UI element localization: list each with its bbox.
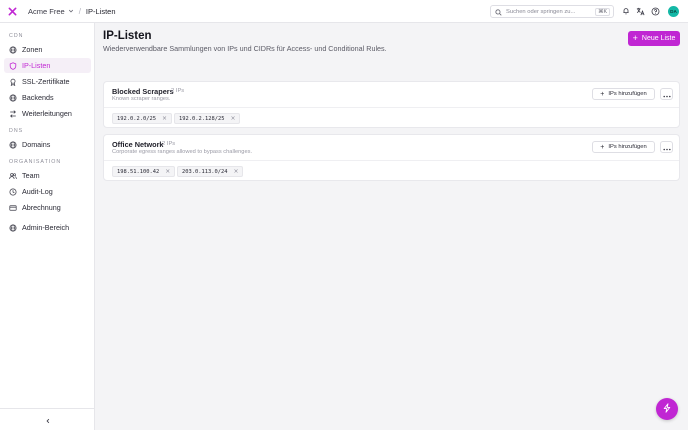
ip-entry-chip: 203.0.113.0/24 × <box>177 166 244 177</box>
more-icon <box>662 138 671 156</box>
sidebar-item-domains[interactable]: Domains <box>4 137 91 152</box>
chevron-down-icon <box>68 8 74 14</box>
ip-list-description: Corporate egress ranges allowed to bypas… <box>112 149 253 155</box>
more-icon <box>662 85 671 103</box>
add-ips-button[interactable]: + IPs hinzufügen <box>592 141 655 153</box>
top-bar: Acme Free / IP-Listen Suchen oder spring… <box>0 0 688 23</box>
globe-icon <box>8 140 17 149</box>
ip-list-header: Blocked Scrapers 2 IPs Known scraper ran… <box>104 82 679 108</box>
clock-icon <box>8 187 17 196</box>
assistant-button[interactable] <box>656 398 678 420</box>
bell-icon[interactable] <box>621 6 631 16</box>
sidebar-item-audit-log[interactable]: Audit-Log <box>4 184 91 199</box>
page-subtitle: Wiederverwendbare Sammlungen von IPs und… <box>103 44 387 53</box>
remove-icon[interactable]: × <box>165 168 170 175</box>
sidebar-section-organisation: ORGANISATION <box>9 159 62 165</box>
sidebar-item-label: Zonen <box>22 45 43 54</box>
plus-icon: + <box>600 143 605 151</box>
chevron-left-icon <box>45 411 51 429</box>
ip-list-card: Office Network 2 IPs Corporate egress ra… <box>103 134 680 181</box>
translate-icon[interactable] <box>635 6 645 16</box>
ip-list-count: 2 IPs <box>162 141 176 147</box>
globe-icon <box>8 45 17 54</box>
sidebar-item-label: IP-Listen <box>22 61 51 70</box>
new-list-label: Neue Liste <box>641 35 676 42</box>
new-list-button[interactable]: + Neue Liste <box>628 31 680 46</box>
more-actions-button[interactable] <box>660 141 673 153</box>
sidebar-item-admin-bereich[interactable]: Admin-Bereich <box>4 220 91 235</box>
add-ips-button[interactable]: + IPs hinzufügen <box>592 88 655 100</box>
certificate-icon <box>8 77 17 86</box>
page-title: IP-Listen <box>103 30 152 42</box>
ip-entry-value: 192.0.2.0/25 <box>117 115 156 122</box>
plus-icon: + <box>600 90 605 98</box>
ip-entry-chip: 192.0.2.128/25 × <box>174 113 241 124</box>
search-icon <box>495 3 502 21</box>
sidebar-item-zonen[interactable]: Zonen <box>4 42 91 57</box>
sidebar-item-weiterleitungen[interactable]: Weiterleitungen <box>4 106 91 121</box>
avatar-initials: DA <box>670 9 677 14</box>
add-ips-label: IPs hinzufügen <box>608 144 647 150</box>
avatar[interactable]: DA <box>668 6 679 17</box>
sidebar-item-label: Weiterleitungen <box>22 109 72 118</box>
org-name: Acme Free <box>28 6 65 16</box>
sidebar-item-team[interactable]: Team <box>4 168 91 183</box>
sidebar-collapse-button[interactable] <box>0 408 95 430</box>
sidebar-item-label: Audit-Log <box>22 187 53 196</box>
card-icon <box>8 203 17 212</box>
breadcrumb-separator: / <box>78 6 81 16</box>
sidebar-item-label: Team <box>22 171 40 180</box>
sidebar-item-label: Domains <box>22 140 51 149</box>
sidebar-item-backends[interactable]: Backends <box>4 90 91 105</box>
ip-list-description: Known scraper ranges. <box>112 96 171 102</box>
breadcrumb-current: IP-Listen <box>85 6 116 16</box>
globe-icon <box>8 93 17 102</box>
add-ips-label: IPs hinzufügen <box>608 91 647 97</box>
sidebar-item-label: SSL-Zertifikate <box>22 77 70 86</box>
sidebar-item-label: Abrechnung <box>22 203 61 212</box>
sidebar-item-ip-listen[interactable]: IP-Listen <box>4 58 91 73</box>
ip-list-header: Office Network 2 IPs Corporate egress ra… <box>104 135 679 161</box>
shield-icon <box>8 61 17 70</box>
search-input[interactable]: Suchen oder springen zu... ⌘K <box>490 5 614 18</box>
lightning-icon <box>662 400 672 418</box>
ip-entry-value: 198.51.100.42 <box>117 168 160 175</box>
ip-list-card: Blocked Scrapers 2 IPs Known scraper ran… <box>103 81 680 128</box>
sidebar-section-cdn: CDN <box>9 33 24 39</box>
help-icon[interactable] <box>650 6 660 16</box>
plus-icon: + <box>632 33 638 43</box>
sidebar: CDN Zonen IP-Listen SSL-Zertifikate Back… <box>0 23 95 430</box>
sidebar-item-label: Admin-Bereich <box>22 223 70 232</box>
ip-entry-value: 192.0.2.128/25 <box>179 115 225 122</box>
ip-list-name: Blocked Scrapers <box>112 87 174 96</box>
users-icon <box>8 171 17 180</box>
ip-list-name: Office Network <box>112 140 164 149</box>
sidebar-item-ssl-zertifikate[interactable]: SSL-Zertifikate <box>4 74 91 89</box>
remove-icon[interactable]: × <box>230 115 235 122</box>
sidebar-item-label: Backends <box>22 93 54 102</box>
logo-icon[interactable] <box>0 0 24 23</box>
sidebar-item-abrechnung[interactable]: Abrechnung <box>4 200 91 215</box>
ip-entry-chip: 198.51.100.42 × <box>112 166 176 177</box>
remove-icon[interactable]: × <box>233 168 238 175</box>
more-actions-button[interactable] <box>660 88 673 100</box>
search-placeholder: Suchen oder springen zu... <box>506 8 576 15</box>
org-switcher[interactable]: Acme Free <box>28 7 74 16</box>
sidebar-section-dns: DNS <box>9 128 24 134</box>
ip-list-count: 2 IPs <box>171 88 185 94</box>
ip-entry-value: 203.0.113.0/24 <box>182 168 228 175</box>
search-shortcut: ⌘K <box>595 8 610 16</box>
globe-icon <box>8 223 17 232</box>
remove-icon[interactable]: × <box>162 115 167 122</box>
redirect-icon <box>8 109 17 118</box>
ip-entry-chip: 192.0.2.0/25 × <box>112 113 172 124</box>
